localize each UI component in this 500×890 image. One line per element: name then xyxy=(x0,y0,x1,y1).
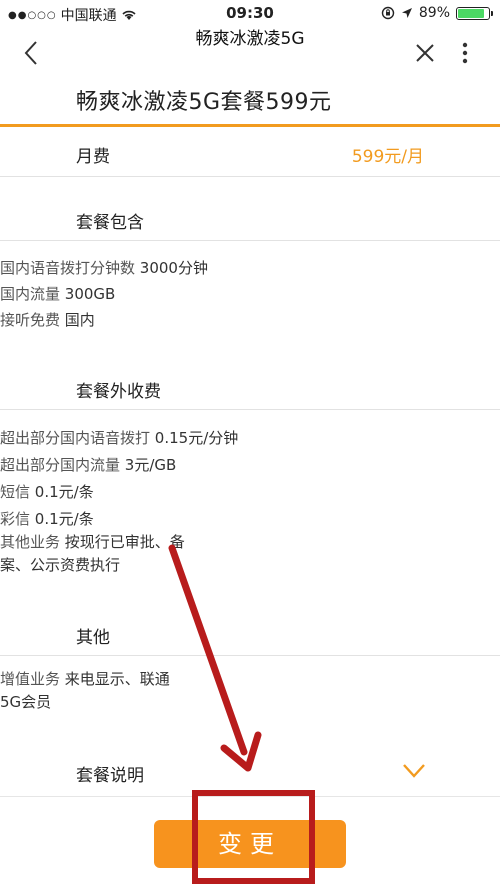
item-value: 0.15元/分钟 xyxy=(154,429,239,447)
list-item: 其他业务 按现行已审批、备 案、公示资费执行 xyxy=(0,531,500,581)
other-section-title: 其他 xyxy=(76,628,110,648)
close-button[interactable] xyxy=(408,36,442,70)
monthly-fee-value: 599元/月 xyxy=(351,147,424,167)
status-bar: ●●○○○ 中国联通 09:30 89% xyxy=(0,0,500,26)
item-label: 国内流量 xyxy=(0,285,61,303)
close-icon xyxy=(416,44,434,62)
item-label: 彩信 xyxy=(0,510,31,528)
divider xyxy=(0,409,500,410)
divider xyxy=(0,655,500,656)
item-value: 3元/GB xyxy=(124,456,177,474)
more-button[interactable] xyxy=(450,36,480,70)
item-label: 接听免费 xyxy=(0,311,61,329)
annotation-arrow xyxy=(168,544,262,772)
description-section-title[interactable]: 套餐说明 xyxy=(76,761,144,786)
item-value: 300GB xyxy=(64,285,116,303)
item-label: 短信 xyxy=(0,483,31,501)
rotation-lock-icon xyxy=(381,6,395,20)
list-item: 超出部分国内语音拨打 0.15元/分钟 xyxy=(0,427,500,453)
list-item: 短信 0.1元/条 xyxy=(0,481,500,507)
list-item: 增值业务 来电显示、联通 5G会员 xyxy=(0,668,500,718)
chevron-down-icon[interactable] xyxy=(402,762,426,780)
item-value: 0.1元/条 xyxy=(34,483,94,501)
item-value: 国内 xyxy=(64,311,95,329)
included-section-title: 套餐包含 xyxy=(76,213,144,233)
monthly-fee-row: 月费 599元/月 xyxy=(0,130,500,174)
list-item: 超出部分国内流量 3元/GB xyxy=(0,454,500,480)
header-divider xyxy=(0,124,500,127)
item-value-line: 按现行已审批、备 xyxy=(64,533,185,551)
item-label: 超出部分国内流量 xyxy=(0,456,121,474)
nav-bar: 畅爽冰激凌5G xyxy=(0,26,500,78)
item-label: 增值业务 xyxy=(0,670,61,688)
extra-section-title: 套餐外收费 xyxy=(76,382,161,402)
back-button[interactable] xyxy=(14,36,48,70)
divider xyxy=(0,240,500,241)
monthly-fee-label: 月费 xyxy=(76,147,110,167)
list-item: 国内语音拨打分钟数 3000分钟 xyxy=(0,257,500,283)
divider xyxy=(0,176,500,177)
list-item: 国内流量 300GB xyxy=(0,283,500,309)
change-plan-button[interactable]: 变更 xyxy=(154,820,346,868)
status-right: 89% xyxy=(381,5,493,21)
item-value-line: 来电显示、联通 xyxy=(64,670,170,688)
location-arrow-icon xyxy=(401,8,412,18)
more-vertical-icon xyxy=(462,42,468,64)
item-value: 0.1元/条 xyxy=(34,510,94,528)
item-value-line: 5G会员 xyxy=(0,693,52,711)
battery-icon xyxy=(456,6,493,20)
plan-header: 畅爽冰激凌5G套餐599元 xyxy=(0,78,500,124)
back-arrow-icon xyxy=(24,41,37,65)
item-label: 超出部分国内语音拨打 xyxy=(0,429,151,447)
list-item: 接听免费 国内 xyxy=(0,309,500,335)
plan-title: 畅爽冰激凌5G套餐599元 xyxy=(76,90,332,115)
item-value: 3000分钟 xyxy=(139,259,208,277)
item-value-line: 案、公示资费执行 xyxy=(0,556,121,574)
battery-percent: 89% xyxy=(418,5,450,21)
item-label: 其他业务 xyxy=(0,533,61,551)
item-label: 国内语音拨打分钟数 xyxy=(0,259,136,277)
